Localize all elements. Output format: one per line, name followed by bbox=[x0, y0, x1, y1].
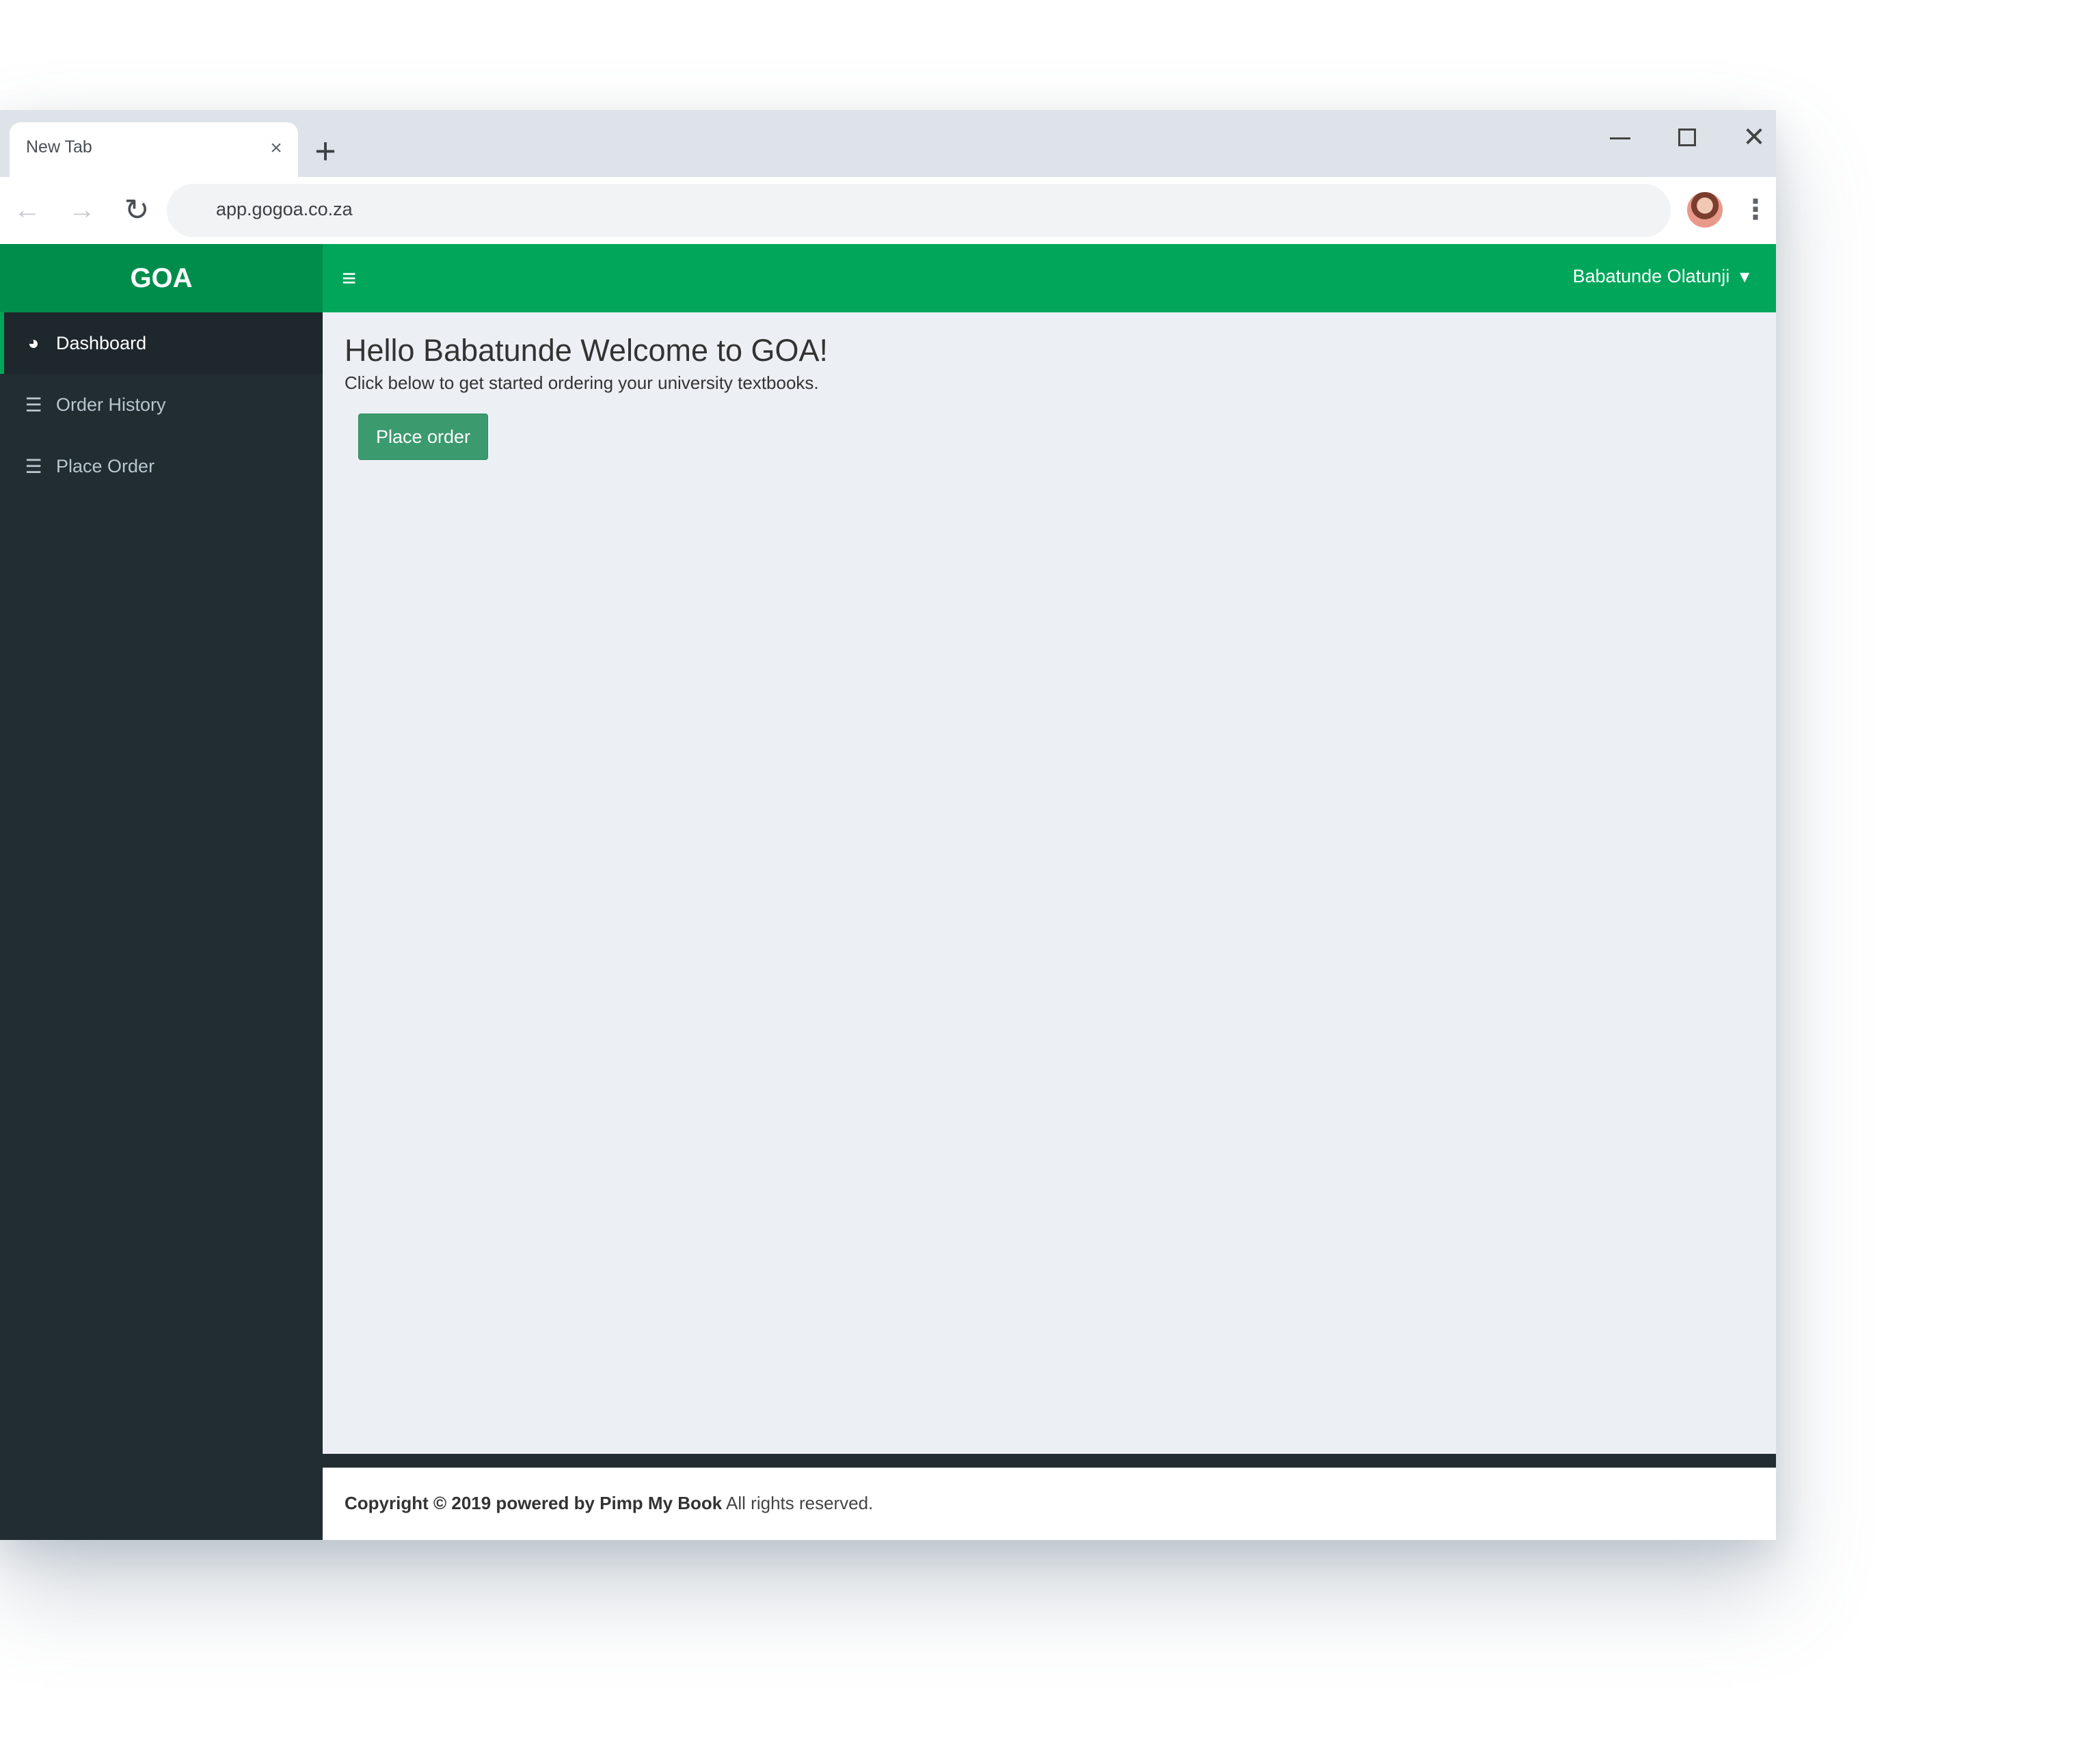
reload-button[interactable]: ↻ bbox=[118, 191, 156, 229]
footer-text: Copyright © 2019 powered by Pimp My Book… bbox=[345, 1493, 873, 1514]
brand-logo[interactable]: GOA bbox=[0, 244, 323, 312]
new-tab-button[interactable]: + bbox=[309, 133, 342, 170]
page-title: Hello Babatunde Welcome to GOA! bbox=[345, 333, 829, 368]
sidebar-item-label: Order History bbox=[56, 394, 166, 415]
page-subtitle: Click below to get started ordering your… bbox=[345, 373, 819, 393]
browser-window: New Tab × + ✕ ← → ↻ app.gogoa.co.za ☆ ⋮ … bbox=[0, 110, 1776, 1540]
maximize-icon bbox=[1678, 129, 1696, 146]
arrow-left-icon: ← bbox=[14, 194, 41, 225]
main-content: Hello Babatunde Welcome to GOA! Click be… bbox=[323, 312, 1776, 1454]
browser-toolbar: ← → ↻ app.gogoa.co.za ☆ ⋮ bbox=[0, 177, 1776, 244]
address-bar[interactable]: app.gogoa.co.za ☆ bbox=[167, 184, 1671, 237]
footer-copyright: Copyright © 2019 powered by Pimp My Book bbox=[345, 1493, 723, 1513]
back-button[interactable]: ← bbox=[8, 191, 46, 229]
minimize-icon bbox=[1610, 137, 1630, 139]
close-icon: ✕ bbox=[1742, 122, 1766, 152]
user-menu[interactable]: Babatunde Olatunji ▼ bbox=[1573, 266, 1753, 287]
sidebar-item-label: Place Order bbox=[56, 455, 155, 476]
arrow-right-icon: → bbox=[68, 194, 96, 225]
footer: Copyright © 2019 powered by Pimp My Book… bbox=[323, 1468, 1776, 1540]
user-name: Babatunde Olatunji bbox=[1572, 266, 1730, 286]
place-order-button[interactable]: Place order bbox=[358, 414, 488, 460]
caret-down-icon: ▼ bbox=[1736, 268, 1753, 286]
app-shell: GOA ◕ Dashboard ☰ Order History ☰ Place … bbox=[0, 244, 1776, 1540]
list-icon: ☰ bbox=[25, 455, 42, 477]
reload-icon: ↻ bbox=[124, 193, 150, 227]
list-icon: ☰ bbox=[25, 394, 42, 416]
minimize-button[interactable] bbox=[1600, 117, 1641, 158]
hamburger-menu-icon[interactable]: ≡ bbox=[342, 262, 372, 295]
stage: New Tab × + ✕ ← → ↻ app.gogoa.co.za ☆ ⋮ … bbox=[0, 0, 2100, 1758]
sidebar: GOA ◕ Dashboard ☰ Order History ☰ Place … bbox=[0, 244, 323, 1540]
top-navbar: ≡ Babatunde Olatunji ▼ bbox=[323, 244, 1776, 312]
footer-divider bbox=[323, 1454, 1776, 1468]
profile-avatar[interactable] bbox=[1687, 192, 1723, 228]
tab-close-icon[interactable]: × bbox=[265, 137, 287, 159]
close-window-button[interactable]: ✕ bbox=[1734, 117, 1775, 158]
tab-strip: New Tab × + ✕ bbox=[0, 110, 1776, 177]
forward-button[interactable]: → bbox=[63, 191, 101, 229]
sidebar-item-order-history[interactable]: ☰ Order History bbox=[0, 374, 323, 435]
kebab-menu-icon[interactable]: ⋮ bbox=[1742, 189, 1769, 230]
tab-title: New Tab bbox=[26, 137, 92, 157]
maximize-button[interactable] bbox=[1667, 117, 1708, 158]
browser-tab[interactable]: New Tab × bbox=[10, 122, 298, 177]
sidebar-item-place-order[interactable]: ☰ Place Order bbox=[0, 435, 323, 497]
dashboard-icon: ◕ bbox=[27, 332, 40, 353]
sidebar-item-dashboard[interactable]: ◕ Dashboard bbox=[0, 312, 323, 374]
footer-rights: All rights reserved. bbox=[722, 1493, 874, 1513]
url-text[interactable]: app.gogoa.co.za bbox=[216, 199, 353, 220]
sidebar-item-label: Dashboard bbox=[56, 332, 147, 353]
